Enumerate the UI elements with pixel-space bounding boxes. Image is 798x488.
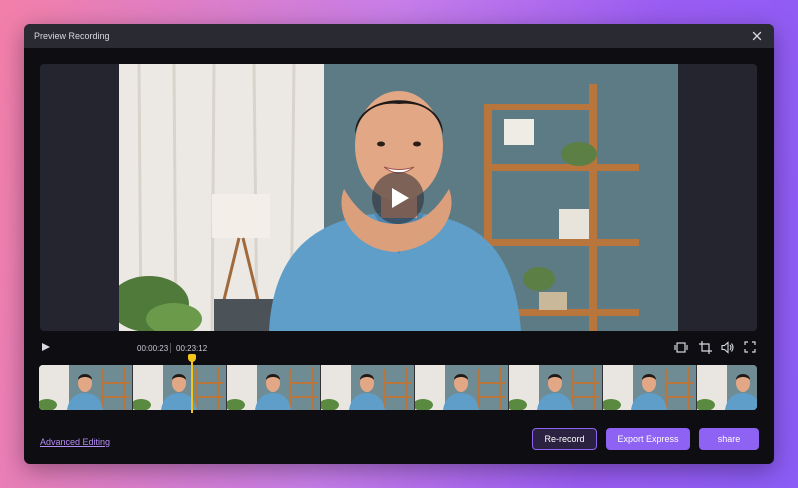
re-record-button[interactable]: Re-record: [532, 428, 597, 450]
play-icon: [392, 188, 409, 208]
share-button[interactable]: share: [699, 428, 759, 450]
timeline-playhead[interactable]: [191, 355, 193, 413]
total-time: 00:23:12: [176, 344, 208, 353]
timeline-thumbnail: [39, 365, 132, 410]
timeline-thumbnail: [415, 365, 508, 410]
close-icon[interactable]: [750, 29, 764, 43]
aspect-ratio-icon[interactable]: [674, 341, 688, 356]
title-bar: Preview Recording: [24, 24, 774, 48]
preview-recording-window: Preview Recording 00:00:23 00:23:12 Adva…: [24, 24, 774, 464]
timeline-thumbnail: [603, 365, 696, 410]
timeline-thumbnail: [133, 365, 226, 410]
timeline-thumbnails[interactable]: [39, 365, 757, 410]
play-icon[interactable]: [41, 342, 51, 354]
timeline-thumbnail: [697, 365, 757, 410]
volume-icon[interactable]: [721, 341, 734, 356]
advanced-editing-link[interactable]: Advanced Editing: [40, 437, 110, 447]
timeline-thumbnail: [227, 365, 320, 410]
window-title: Preview Recording: [34, 31, 110, 41]
timeline-thumbnail: [509, 365, 602, 410]
crop-icon[interactable]: [699, 341, 712, 356]
video-frame[interactable]: [119, 64, 678, 331]
fullscreen-icon[interactable]: [744, 341, 756, 355]
export-express-button[interactable]: Export Express: [606, 428, 690, 450]
current-time: 00:00:23: [137, 344, 169, 353]
time-divider: [170, 343, 171, 353]
video-preview-area: [40, 64, 757, 331]
timeline-thumbnail: [321, 365, 414, 410]
play-overlay-button[interactable]: [372, 172, 424, 224]
player-controls: 00:00:23 00:23:12: [24, 338, 774, 358]
playhead-handle[interactable]: [188, 354, 196, 362]
